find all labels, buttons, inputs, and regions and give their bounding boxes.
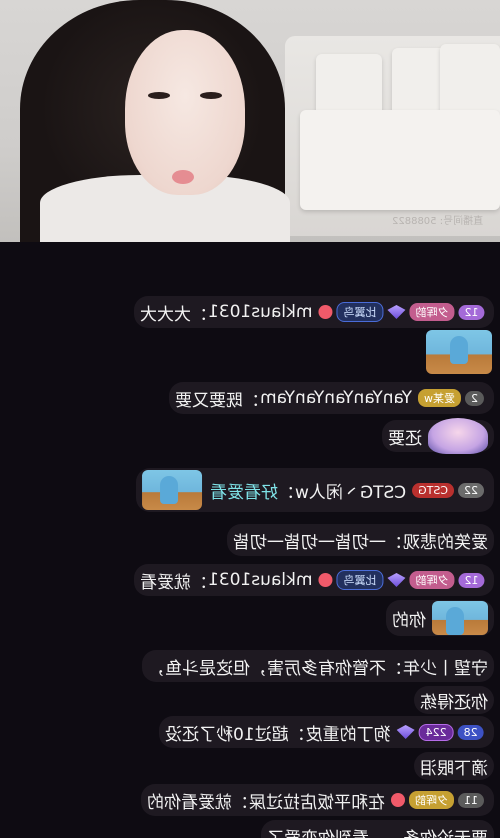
chat-message: 11 夕晖韵 在和平饭店拉过屎 ： 就爱看你的 [141, 784, 494, 816]
message-text: 你的 [392, 610, 426, 631]
room-id: 直播间号: 5088822 [392, 216, 484, 227]
separator: ： [386, 658, 403, 679]
user-level-tag: 夕晖韵 [409, 303, 454, 321]
chat-message: 爱笑的悲观 ： 一切皆一切皆一切皆 [227, 524, 494, 556]
user-level-tag: 夕晖韵 [409, 791, 454, 809]
message-text: 大大大 [139, 304, 191, 325]
message-text: 还要 [388, 428, 422, 449]
eye [200, 92, 222, 99]
separator: ： [277, 482, 295, 503]
user-level-tag: 爱某w [418, 389, 461, 407]
fan-badge: 224 [419, 723, 454, 741]
separator: ： [386, 532, 403, 553]
eye [148, 92, 170, 99]
chat-message: 12 夕晖韵 比翼鸟 mklaus1031 ： 大大大 [133, 296, 494, 328]
chat-message: 12 夕晖韵 比翼鸟 mklaus1031 ： 就爱看 [133, 564, 494, 596]
chat-message: 守望丨少年 ： 不管你有多厉害，但这是斗鱼， [142, 650, 494, 682]
chat-message: 28 224 狗丁的重皮 ： 超过10秒了还没 [159, 716, 494, 748]
username[interactable]: mklaus1031 [208, 302, 312, 322]
chat-message-continuation: 你的 [386, 600, 494, 636]
separator: ： [289, 724, 306, 745]
gem-icon [397, 725, 415, 739]
gift-icon [432, 601, 488, 635]
message-text: 既要又要 [175, 390, 244, 411]
gem-icon [387, 305, 405, 319]
message-text: 不管你有多厉害，但这是斗鱼， [148, 658, 386, 679]
chat-message-continuation: 还要 [382, 418, 494, 454]
message-text: 要无论你多……看到你恋爱了 [267, 824, 488, 838]
username[interactable]: mklaus1031 [208, 570, 312, 590]
username[interactable]: 爱笑的悲观 [403, 528, 488, 553]
message-text: 超过10秒了还没 [165, 724, 289, 745]
chat-message-continuation: 你还得练 [414, 686, 494, 714]
separator: ： [243, 390, 261, 411]
fan-badge: 比翼鸟 [336, 570, 383, 590]
gift-icon [426, 330, 492, 374]
fan-badge: 比翼鸟 [336, 302, 383, 322]
level-badge: 12 [458, 304, 484, 320]
username[interactable]: CSTG丶闲人w [295, 478, 406, 503]
username[interactable]: 守望丨少年 [403, 654, 488, 679]
fan-icon [391, 793, 405, 807]
gift-icon [141, 470, 202, 510]
dolphin-icon [428, 418, 488, 454]
club-tag: CSTG [412, 482, 454, 498]
username[interactable]: YanYanYanYanYam [260, 388, 412, 408]
chat-message: 2 爱某w YanYanYanYanYam ： 既要又要 [169, 382, 494, 414]
message-text: 就爱看 [139, 572, 191, 593]
cushion [300, 110, 500, 210]
level-badge: 2 [465, 390, 484, 406]
gem-icon [387, 573, 405, 587]
message-text: 一切皆一切皆一切皆 [233, 532, 386, 553]
fan-icon [318, 573, 332, 587]
chat-message-continuation: 滴下眼泪 [414, 752, 494, 780]
level-badge: 11 [458, 792, 484, 808]
separator: ： [232, 792, 249, 813]
separator: ： [190, 304, 208, 325]
level-badge: 28 [458, 724, 484, 740]
level-badge: 12 [458, 572, 484, 588]
message-text: 滴下眼泪 [420, 758, 488, 779]
separator: ： [190, 572, 208, 593]
username[interactable]: 在和平饭店拉过屎 [249, 788, 385, 813]
message-text: 好看爱看 [209, 482, 278, 503]
level-badge: 22 [458, 482, 484, 498]
mouth [172, 170, 194, 184]
user-level-tag: 夕晖韵 [409, 571, 454, 589]
chat-feed[interactable]: 12 夕晖韵 比翼鸟 mklaus1031 ： 大大大 2 爱某w YanYan… [0, 242, 500, 838]
message-text: 就爱看你的 [147, 792, 232, 813]
chat-message: 22 CSTG CSTG丶闲人w ： 好看爱看 [135, 468, 494, 512]
username[interactable]: 狗丁的重皮 [306, 720, 391, 745]
live-video[interactable]: 直播间号: 5088822 [0, 0, 500, 242]
fan-icon [318, 305, 332, 319]
pillow [440, 44, 500, 120]
chat-message: 要无论你多……看到你恋爱了 [261, 820, 494, 838]
message-text: 你还得练 [420, 692, 488, 713]
